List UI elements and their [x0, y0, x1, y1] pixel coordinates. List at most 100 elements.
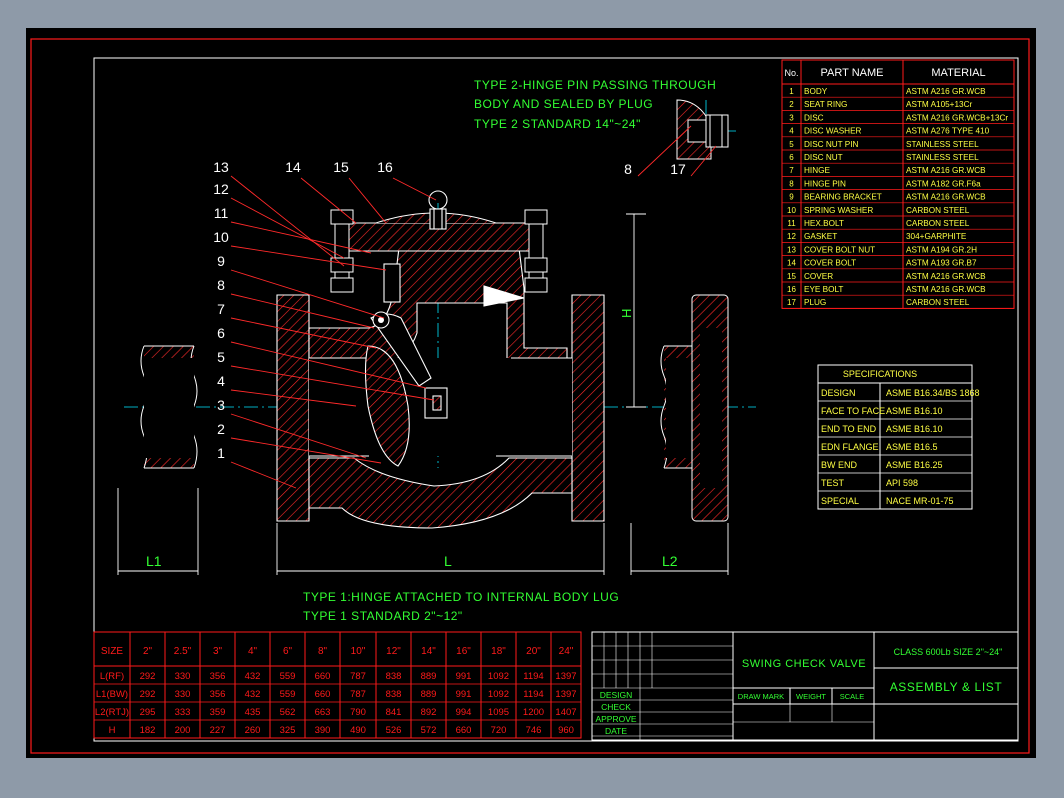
- drawing-sheet: TYPE 2-HINGE PIN PASSING THROUGH BODY AN…: [26, 28, 1036, 758]
- parts-list-cell: HINGE PIN: [804, 179, 846, 188]
- size-table-cell: 526: [386, 725, 402, 736]
- specifications-label: END TO END: [821, 424, 877, 434]
- title-block: DESIGN CHECK APPROVE DATE SWING CHECK VALVE C…: [591, 631, 1019, 741]
- size-table-cell: 790: [350, 707, 366, 718]
- approval-label: APPROVE: [595, 714, 636, 724]
- part-balloon-10: 10: [213, 229, 229, 245]
- size-table-cell: 227: [210, 725, 226, 736]
- parts-list-cell: 4: [789, 127, 794, 136]
- parts-list-cell: 17: [787, 298, 796, 307]
- parts-list-cell: DISC NUT: [804, 153, 843, 162]
- part-balloon-6: 6: [217, 325, 225, 341]
- parts-list-cell: 10: [787, 206, 796, 215]
- size-table-cell: 356: [210, 689, 226, 700]
- parts-list-header: MATERIAL: [931, 67, 985, 79]
- size-table-cell: 1397: [555, 671, 576, 682]
- parts-list-cell: DISC: [804, 113, 824, 122]
- approval-label: CHECK: [601, 702, 631, 712]
- size-table-header: 18": [491, 646, 506, 657]
- size-table-cell: 787: [350, 671, 366, 682]
- part-balloon-3: 3: [217, 397, 225, 413]
- size-table-header: 24": [559, 646, 574, 657]
- size-table-cell: 292: [140, 671, 156, 682]
- parts-list-cell: PLUG: [804, 298, 826, 307]
- type1-note-line2: TYPE 1 STANDARD 2"~12": [303, 609, 463, 623]
- scale-label: SCALE: [840, 692, 865, 701]
- part-balloon-5: 5: [217, 349, 225, 365]
- parts-list-cell: HINGE: [804, 166, 830, 175]
- size-table-cell: L2(RTJ): [95, 707, 129, 718]
- part-balloon-13: 13: [213, 159, 229, 175]
- size-table-cell: 1407: [555, 707, 576, 718]
- size-table-cell: 572: [421, 725, 437, 736]
- size-table-cell: 1194: [523, 689, 543, 700]
- specifications-label: SPECIAL: [821, 496, 859, 506]
- size-table-header: 8": [318, 646, 328, 657]
- size-table-header: 6": [283, 646, 293, 657]
- parts-list-cell: 7: [789, 166, 794, 175]
- parts-list-cell: 12: [787, 232, 796, 241]
- parts-list-cell: GASKET: [804, 232, 837, 241]
- size-table-cell: 1092: [488, 689, 509, 700]
- size-table-cell: 356: [210, 671, 226, 682]
- parts-list-cell: ASTM A276 TYPE 410: [906, 127, 990, 136]
- specifications-value: NACE MR-01-75: [886, 496, 954, 506]
- specifications-label: FACE TO FACE: [821, 406, 885, 416]
- parts-list-header: PART NAME: [821, 67, 884, 79]
- specifications-label: DESIGN: [821, 388, 856, 398]
- parts-list-cell: BEARING BRACKET: [804, 193, 882, 202]
- type2-note-line1: TYPE 2-HINGE PIN PASSING THROUGH: [474, 78, 716, 92]
- specifications-label: BW END: [821, 460, 858, 470]
- parts-list-cell: ASTM A216 GR.WCB: [906, 87, 986, 96]
- parts-list-cell: ASTM A182 GR.F6a: [906, 179, 981, 188]
- drawing-title: ASSEMBLY & LIST: [890, 680, 1003, 694]
- approval-label: DATE: [605, 726, 627, 736]
- parts-list-cell: CARBON STEEL: [906, 298, 970, 307]
- size-table-cell: 660: [315, 671, 331, 682]
- dim-L1: L1: [146, 553, 162, 569]
- size-table-cell: 333: [175, 707, 191, 718]
- size-table-cell: 1194: [523, 671, 543, 682]
- parts-list-cell: DISC NUT PIN: [804, 140, 859, 149]
- size-table-cell: 292: [140, 689, 156, 700]
- size-table-cell: 1397: [555, 689, 576, 700]
- parts-list-cell: 8: [789, 179, 794, 188]
- eye-bolt: [428, 190, 448, 230]
- parts-list-cell: ASTM A194 GR.2H: [906, 245, 977, 254]
- left-pipe-end: [140, 345, 198, 469]
- size-table-cell: 787: [350, 689, 366, 700]
- parts-list-cell: ASTM A216 GR.WCB: [906, 166, 986, 175]
- specifications-value: ASME B16.5: [886, 442, 938, 452]
- size-table-cell: 359: [210, 707, 226, 718]
- parts-list-cell: ASTM A193 GR.B7: [906, 259, 977, 268]
- size-table-cell: 260: [245, 725, 261, 736]
- parts-list-cell: STAINLESS STEEL: [906, 140, 979, 149]
- size-table-cell: 838: [386, 671, 402, 682]
- parts-list-cell: 3: [789, 113, 794, 122]
- size-table-header: 12": [386, 646, 401, 657]
- specifications-table: SPECIFICATIONS DESIGN ASME B16.34/BS 1868F…: [817, 364, 980, 510]
- specifications-value: ASME B16.10: [886, 406, 943, 416]
- size-table-cell: 330: [175, 671, 191, 682]
- size-table-cell: 889: [421, 671, 437, 682]
- specifications-value: ASME B16.25: [886, 460, 943, 470]
- class-size: CLASS 600Lb SIZE 2"~24": [894, 647, 1003, 657]
- dim-L2: L2: [662, 553, 678, 569]
- parts-list-cell: 15: [787, 272, 796, 281]
- parts-list-cell: CARBON STEEL: [906, 219, 970, 228]
- dim-H: H: [619, 309, 634, 318]
- size-table-cell: 1092: [488, 671, 509, 682]
- size-table-cell: 994: [456, 707, 472, 718]
- size-table-cell: 182: [140, 725, 156, 736]
- weight-label: WEIGHT: [796, 692, 826, 701]
- size-table-cell: 330: [175, 689, 191, 700]
- right-companion-flange: [691, 294, 729, 522]
- parts-list-cell: COVER: [804, 272, 833, 281]
- size-table-header: 3": [213, 646, 223, 657]
- size-table-cell: 746: [526, 725, 542, 736]
- size-table-border: [93, 631, 582, 739]
- parts-list-cell: EYE BOLT: [804, 285, 843, 294]
- specifications-title: SPECIFICATIONS: [843, 369, 917, 379]
- part-balloon-12: 12: [213, 181, 229, 197]
- size-table-cell: 1200: [523, 707, 544, 718]
